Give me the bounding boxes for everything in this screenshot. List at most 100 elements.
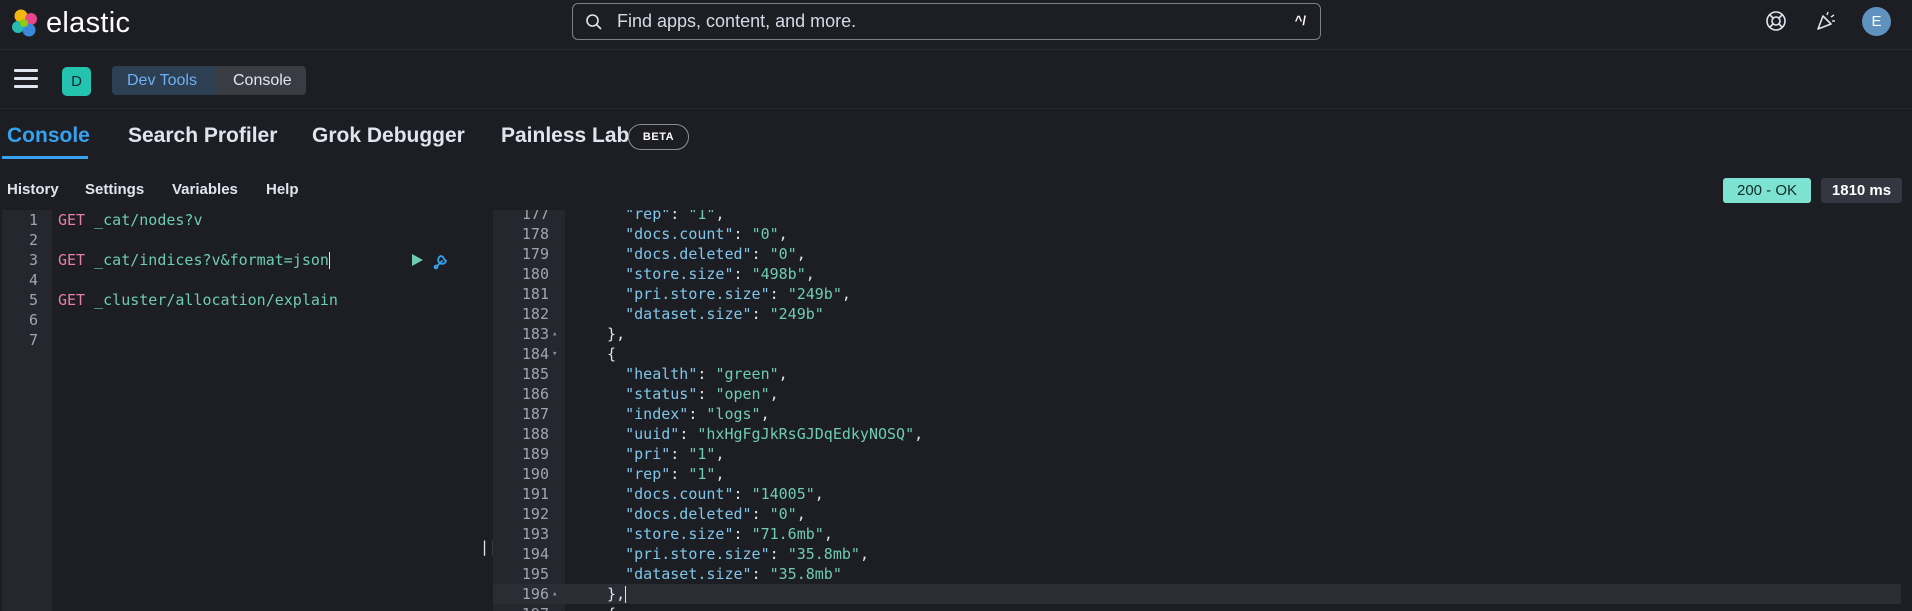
response-code: "uuid": "hxHgFgJkRsGJDqEdkyNOSQ",: [625, 425, 924, 443]
response-line: 192 "docs.deleted": "0",: [493, 504, 1901, 524]
response-line: 197▾ {: [493, 604, 1901, 611]
response-line: 187 "index": "logs",: [493, 404, 1901, 424]
request-path: _cat/nodes?v: [85, 211, 203, 229]
global-search[interactable]: ^/: [572, 3, 1321, 40]
response-line: 178 "docs.count": "0",: [493, 224, 1901, 244]
line-number: 179: [521, 245, 549, 263]
line-number: 194: [521, 545, 549, 563]
response-code: },: [589, 585, 627, 603]
menu-history[interactable]: History: [7, 181, 59, 198]
request-line[interactable]: 3 GET _cat/indices?v&format=json: [2, 250, 475, 270]
line-number: 4: [28, 271, 38, 289]
fold-down-icon[interactable]: ▾: [552, 344, 562, 364]
breadcrumb-dev-tools[interactable]: Dev Tools: [112, 66, 220, 95]
text-cursor: [328, 252, 330, 269]
response-code: "dataset.size": "249b": [625, 305, 824, 323]
response-code: "status": "open",: [625, 385, 779, 403]
request-code: GET _cat/nodes?v: [58, 210, 203, 230]
tab-painless-lab[interactable]: Painless Lab: [501, 124, 629, 148]
request-code: GET _cluster/allocation/explain: [58, 290, 338, 310]
response-code: "docs.deleted": "0",: [625, 245, 806, 263]
line-number: 195: [521, 565, 549, 583]
line-number: 180: [521, 265, 549, 283]
line-number: 185: [521, 365, 549, 383]
line-number: 190: [521, 465, 549, 483]
tab-console[interactable]: Console: [7, 124, 90, 148]
line-number: 183: [521, 325, 549, 343]
tab-search-profiler[interactable]: Search Profiler: [128, 124, 277, 148]
fold-down-icon[interactable]: ▾: [552, 604, 562, 611]
response-code: {: [589, 604, 616, 611]
logo-text: elastic: [46, 6, 131, 39]
line-number: 186: [521, 385, 549, 403]
tab-grok-debugger[interactable]: Grok Debugger: [312, 124, 465, 148]
response-line: 191 "docs.count": "14005",: [493, 484, 1901, 504]
request-path: _cat/indices?v&format=json: [85, 251, 329, 269]
request-line[interactable]: 4: [2, 270, 475, 290]
response-code: "docs.count": "14005",: [625, 485, 824, 503]
request-line[interactable]: 7: [2, 330, 475, 350]
line-number: 2: [28, 231, 38, 249]
beta-badge: BETA: [628, 124, 689, 150]
http-method: GET: [58, 291, 86, 309]
http-method: GET: [58, 251, 86, 269]
response-line: 177 "rep": "1",: [493, 210, 1901, 224]
response-editor[interactable]: 177 "rep": "1", 178 "docs.count": "0", 179…: [493, 210, 1901, 611]
response-code: "rep": "1",: [625, 210, 725, 223]
line-number: 177: [521, 210, 549, 223]
line-number: 196: [521, 585, 549, 603]
line-number: 7: [28, 331, 38, 349]
news-feed-icon[interactable]: [1813, 8, 1839, 34]
fold-up-icon[interactable]: ▴: [552, 584, 562, 604]
request-line[interactable]: 2: [2, 230, 475, 250]
response-line: 184 ▾ {: [493, 344, 1901, 364]
response-code: "store.size": "498b",: [625, 265, 815, 283]
response-line: 188 "uuid": "hxHgFgJkRsGJDqEdkyNOSQ",: [493, 424, 1901, 444]
response-code: "pri.store.size": "35.8mb",: [625, 545, 869, 563]
panel-resizer[interactable]: ||: [476, 210, 498, 611]
response-code: "rep": "1",: [625, 465, 725, 483]
line-number: 182: [521, 305, 549, 323]
menu-settings[interactable]: Settings: [85, 181, 144, 198]
response-line: 190 "rep": "1",: [493, 464, 1901, 484]
http-method: GET: [58, 211, 86, 229]
user-avatar[interactable]: E: [1862, 7, 1891, 36]
line-number: 3: [28, 251, 38, 269]
response-code: "pri.store.size": "249b",: [625, 285, 851, 303]
response-line: 193 "store.size": "71.6mb",: [493, 524, 1901, 544]
play-icon[interactable]: [410, 253, 424, 267]
response-code: "store.size": "71.6mb",: [625, 525, 833, 543]
line-number: 1: [28, 211, 38, 229]
active-tab-indicator: [2, 156, 88, 159]
response-code: },: [589, 325, 626, 343]
line-number: 197: [493, 604, 549, 611]
response-code: "pri": "1",: [625, 445, 725, 463]
response-line: 195 "dataset.size": "35.8mb": [493, 564, 1901, 584]
response-line: 189 "pri": "1",: [493, 444, 1901, 464]
breadcrumb-console: Console: [216, 66, 306, 95]
response-line: 180 "store.size": "498b",: [493, 264, 1901, 284]
line-number: 6: [28, 311, 38, 329]
menu-variables[interactable]: Variables: [172, 181, 238, 198]
request-line[interactable]: 6: [2, 310, 475, 330]
search-input[interactable]: [615, 10, 1255, 33]
response-line: 182 "dataset.size": "249b": [493, 304, 1901, 324]
wrench-icon[interactable]: [432, 252, 450, 270]
request-line[interactable]: 1 GET _cat/nodes?v: [2, 210, 475, 230]
request-editor[interactable]: 1 GET _cat/nodes?v 2 3 GET _cat/indices?v&fo…: [2, 210, 475, 611]
response-line: 181 "pri.store.size": "249b",: [493, 284, 1901, 304]
response-scrollbar[interactable]: [1901, 210, 1912, 611]
line-number: 184: [521, 345, 549, 363]
elastic-logo[interactable]: elastic: [10, 6, 130, 40]
line-number: 188: [521, 425, 549, 443]
menu-help[interactable]: Help: [266, 181, 299, 198]
response-line: 185 "health": "green",: [493, 364, 1901, 384]
fold-up-icon[interactable]: ▴: [552, 324, 562, 344]
line-number: 187: [521, 405, 549, 423]
request-line[interactable]: 5 GET _cluster/allocation/explain: [2, 290, 475, 310]
status-badge: 200 - OK: [1723, 178, 1811, 203]
line-number: 181: [521, 285, 549, 303]
space-avatar[interactable]: D: [62, 67, 91, 96]
help-icon[interactable]: [1763, 8, 1789, 34]
menu-toggle-icon[interactable]: [14, 69, 38, 89]
